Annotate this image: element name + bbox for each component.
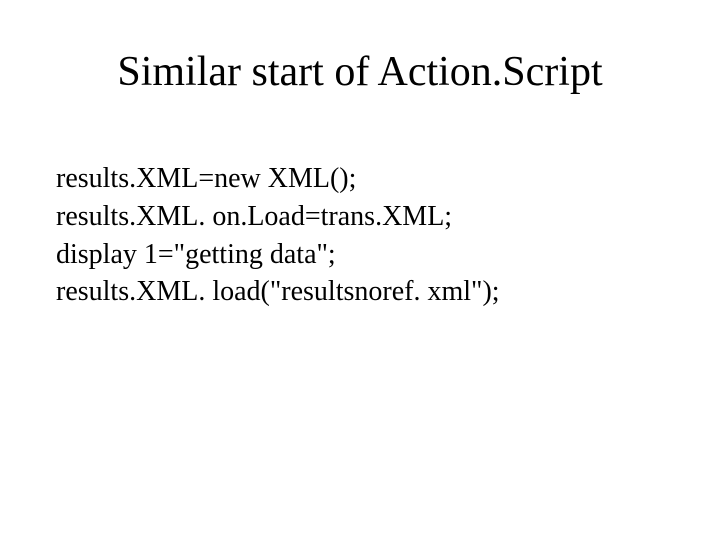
- slide: Similar start of Action.Script results.X…: [0, 0, 720, 540]
- code-line-2: results.XML. on.Load=trans.XML;: [56, 198, 664, 236]
- slide-body: results.XML=new XML(); results.XML. on.L…: [56, 160, 664, 311]
- code-line-4: results.XML. load("resultsnoref. xml");: [56, 273, 664, 311]
- code-line-1: results.XML=new XML();: [56, 160, 664, 198]
- slide-title: Similar start of Action.Script: [0, 48, 720, 96]
- code-line-3: display 1="getting data";: [56, 236, 664, 274]
